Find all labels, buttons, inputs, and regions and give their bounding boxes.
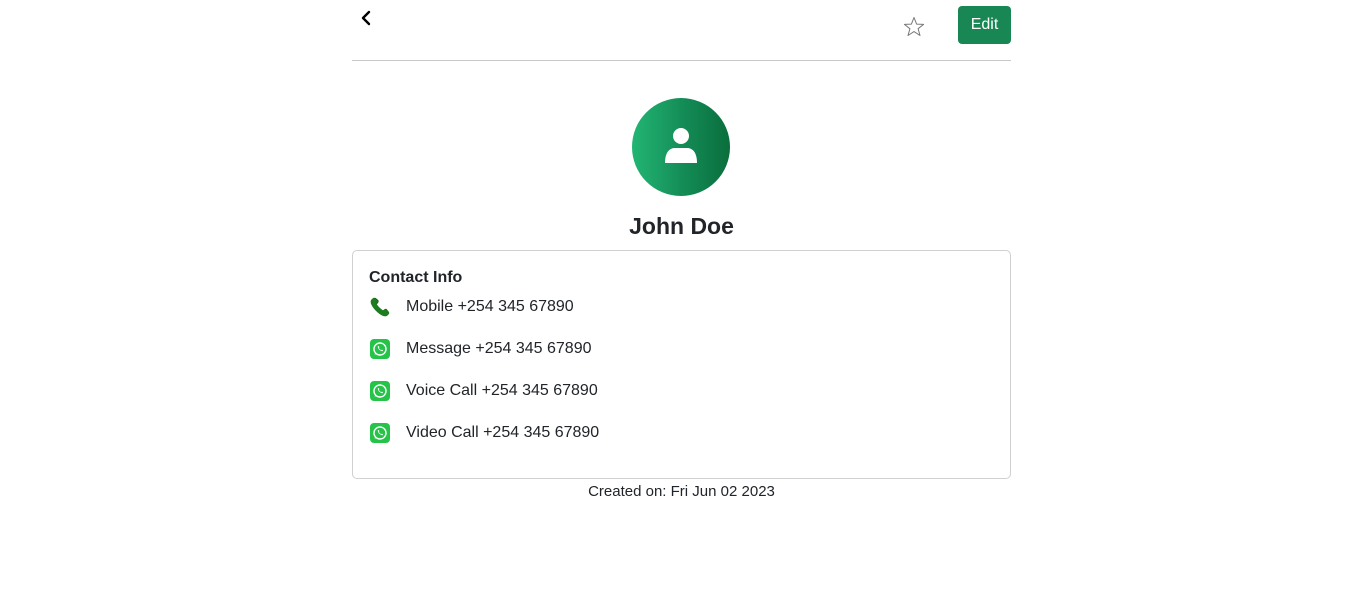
contact-detail-page: Edit John Doe Contact Info Mobile +254 3…: [0, 0, 1364, 608]
edit-button[interactable]: Edit: [958, 6, 1011, 44]
contact-info-voice-call-text: Voice Call +254 345 67890: [406, 382, 598, 399]
whatsapp-icon: [369, 422, 391, 444]
contact-name: John Doe: [629, 213, 734, 239]
chevron-left-icon: [360, 10, 372, 31]
contact-info-message[interactable]: Message +254 345 67890: [369, 337, 591, 361]
contact-info-voice-call[interactable]: Voice Call +254 345 67890: [369, 379, 598, 403]
whatsapp-icon: [369, 338, 391, 360]
contact-container: Edit John Doe Contact Info Mobile +254 3…: [352, 0, 1011, 500]
person-icon: [663, 125, 699, 170]
contact-info-mobile-text: Mobile +254 345 67890: [406, 298, 574, 315]
contact-info-title: Contact Info: [369, 269, 463, 286]
contact-info-card: Contact Info Mobile +254 345 67890 Messa…: [352, 250, 1011, 479]
contact-info-video-call-text: Video Call +254 345 67890: [406, 424, 600, 441]
contact-info-mobile[interactable]: Mobile +254 345 67890: [369, 295, 574, 319]
created-date: Created on: Fri Jun 02 2023: [588, 483, 775, 500]
back-button[interactable]: [356, 10, 376, 30]
whatsapp-icon: [369, 380, 391, 402]
phone-icon: [369, 296, 391, 318]
contact-info-video-call[interactable]: Video Call +254 345 67890: [369, 421, 599, 445]
header-bar: Edit: [352, 0, 1011, 61]
contact-info-message-text: Message +254 345 67890: [406, 340, 592, 357]
favorite-button[interactable]: [902, 15, 926, 39]
star-outline-icon: [902, 17, 926, 43]
avatar: [632, 98, 730, 196]
